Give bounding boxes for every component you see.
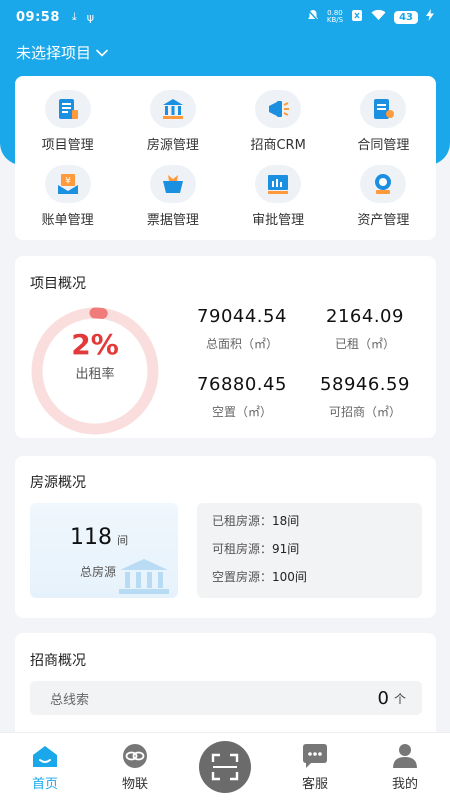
home-icon (33, 746, 57, 767)
total-leads-unit: 个 (393, 691, 406, 706)
megaphone-icon (255, 90, 302, 128)
menu-label: 账单管理 (41, 213, 94, 228)
iot-link-icon (123, 744, 147, 768)
project-selector[interactable]: 未选择项目 (16, 42, 109, 63)
charging-icon (426, 9, 434, 25)
receipt-icon (149, 165, 196, 203)
status-time: 09:58 (16, 9, 60, 25)
menu-item-bill[interactable]: ¥ 账单管理 (15, 165, 120, 240)
house-stat-value: 18间 (272, 514, 300, 528)
house-stat-row: 已租房源：18间 (212, 511, 422, 539)
scan-button[interactable] (199, 741, 251, 793)
sim-icon (351, 9, 363, 26)
wifi-icon (371, 9, 386, 25)
total-house-count: 118 间 (70, 525, 128, 550)
menu-label: 招商CRM (250, 138, 306, 153)
tab-label: 物联 (121, 777, 148, 792)
house-overview-card: 房源概况 118 间 总房源 已租房源：18间 可租房源：91间 空置房源：10… (15, 456, 436, 618)
download-icon: ⤓ (71, 10, 77, 23)
house-stat-value: 100间 (272, 570, 307, 584)
tab-scan[interactable] (180, 733, 270, 800)
menu-item-building[interactable]: 房源管理 (120, 90, 225, 165)
network-speed: 0.80 KB/S (327, 10, 343, 24)
usb-icon: ψ (86, 10, 95, 24)
tab-service[interactable]: 客服 (270, 733, 360, 800)
rent-rate-label: 出租率 (75, 367, 115, 382)
total-leads-value: 0 (377, 687, 389, 709)
menu-item-contract[interactable]: 合同管理 (331, 90, 436, 165)
stat-label: 总面积（㎡） (205, 337, 278, 351)
total-house-box[interactable]: 118 间 总房源 (30, 503, 178, 598)
stat-label: 已租（㎡） (334, 337, 395, 351)
bottom-tab-bar: 首页 物联 客服 我的 (0, 732, 450, 800)
house-stat-row: 可租房源：91间 (212, 539, 422, 567)
house-stat-label: 可租房源： (212, 542, 273, 556)
house-stat-label: 空置房源： (212, 570, 273, 584)
approval-icon (255, 165, 302, 203)
menu-label: 项目管理 (41, 138, 94, 153)
project-overview-card: 项目概况 2% 出租率 79044.54 总面积（㎡） 2164.09 已租（㎡… (15, 256, 436, 438)
tab-home[interactable]: 首页 (0, 733, 90, 800)
svg-text:¥: ¥ (65, 177, 71, 187)
building-icon (149, 90, 196, 128)
chevron-down-icon (96, 49, 108, 56)
menu-label: 合同管理 (357, 138, 410, 153)
tab-label: 我的 (391, 777, 418, 792)
feature-menu-card: 项目管理 房源管理 招商CRM 合同管理 ¥ 账单管理 票据管理 审批管理 资产… (15, 76, 436, 240)
project-icon (44, 90, 91, 128)
stat-value: 76880.45 (197, 374, 287, 395)
menu-item-asset[interactable]: 资产管理 (331, 165, 436, 240)
tab-label: 客服 (301, 777, 328, 792)
total-leads-label: 总线索 (50, 692, 90, 708)
project-selector-label: 未选择项目 (16, 44, 92, 62)
scan-icon (211, 753, 239, 781)
stat-value: 2164.09 (326, 306, 404, 327)
building-watermark-icon (119, 559, 169, 594)
stat-rented-area: 2164.09 已租（㎡） (309, 306, 421, 352)
stat-total-area: 79044.54 总面积（㎡） (183, 306, 301, 352)
tab-mine[interactable]: 我的 (360, 733, 450, 800)
stat-value: 58946.59 (320, 374, 410, 395)
chat-icon (303, 744, 327, 768)
section-title: 房源概况 (30, 475, 86, 491)
menu-item-project[interactable]: 项目管理 (15, 90, 120, 165)
battery-indicator: 43 (394, 10, 418, 24)
contract-icon (360, 90, 407, 128)
menu-label: 房源管理 (146, 138, 199, 153)
tab-iot[interactable]: 物联 (90, 733, 180, 800)
rent-rate-center: 2% 出租率 (30, 328, 160, 382)
menu-label: 审批管理 (252, 213, 305, 228)
house-stat-row: 空置房源：100间 (212, 567, 422, 595)
stat-value: 79044.54 (197, 306, 287, 327)
section-title: 招商概况 (30, 653, 86, 669)
network-speed-unit: KB/S (326, 16, 344, 24)
house-stats-panel: 已租房源：18间 可租房源：91间 空置房源：100间 (197, 503, 422, 598)
tab-label: 首页 (31, 777, 58, 792)
rent-rate-value: 2% (71, 328, 119, 361)
stat-label: 空置（㎡） (211, 405, 272, 419)
total-house-unit: 间 (117, 534, 129, 547)
status-bar: 09:58 ⤓ ψ 0.80 KB/S 43 (0, 0, 450, 34)
total-house-label: 总房源 (80, 565, 117, 579)
asset-icon (360, 165, 407, 203)
total-leads-row[interactable]: 总线索 0 个 (30, 681, 422, 715)
stat-leasable-area: 58946.59 可招商（㎡） (309, 374, 421, 420)
stat-vacant-area: 76880.45 空置（㎡） (183, 374, 301, 420)
total-house-number: 118 (70, 525, 112, 550)
user-icon (393, 744, 417, 768)
mute-icon (307, 8, 319, 26)
house-stat-value: 91间 (272, 542, 300, 556)
menu-item-crm[interactable]: 招商CRM (226, 90, 331, 165)
house-stat-label: 已租房源： (212, 514, 273, 528)
bill-icon: ¥ (44, 165, 91, 203)
stat-label: 可招商（㎡） (328, 405, 401, 419)
menu-label: 票据管理 (146, 213, 199, 228)
section-title: 项目概况 (30, 276, 86, 292)
lead-overview-card: 招商概况 总线索 0 个 (15, 633, 436, 743)
menu-item-approval[interactable]: 审批管理 (226, 165, 331, 240)
menu-item-receipt[interactable]: 票据管理 (120, 165, 225, 240)
menu-label: 资产管理 (357, 213, 410, 228)
